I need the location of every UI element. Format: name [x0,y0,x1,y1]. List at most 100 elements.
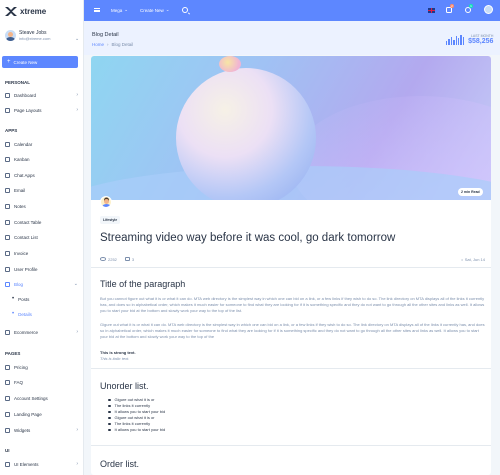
sidebar-item-page-layouts[interactable]: Page Layouts › [5,106,78,114]
sidebar-item-label: Chat Apps [14,172,35,178]
date-text: Sat, Jun 14 [464,256,485,262]
create-new-menu[interactable]: Create New ⌄ [140,7,170,13]
topbar: Mega ⌄ Create New ⌄ 2 1 [84,0,500,21]
chevron-right-icon: › [76,107,78,113]
contact-list-icon [5,234,10,240]
dashboard-icon [5,92,10,98]
comments: 3 [124,257,134,262]
invoice-icon [5,250,10,256]
create-new-label: Create New [140,7,164,13]
page-header: Blog Detail Home › Blog Detail LAST MONT… [84,21,500,55]
author-avatar[interactable] [100,196,112,208]
sidebar-item-label: Email [14,187,26,193]
sidebar-item-chat-apps[interactable]: Chat Apps [5,171,78,179]
page-title: Blog Detail [92,32,119,38]
blog-card: 2 min Read Lifestyle Streaming video way… [91,56,491,475]
sidebar-item-ecommerce[interactable]: Ecommerce › [5,328,78,336]
breadcrumb: Home › Blog Detail [92,42,133,47]
sidebar-item-label: FAQ [14,379,24,385]
section-pages: Pages [5,351,21,356]
sidebar-item-user-profile[interactable]: User Profile [5,265,78,273]
user-icon [5,266,10,272]
create-new-button[interactable]: + Create New [2,56,78,68]
section-ui: UI [5,448,10,453]
chevron-down-icon[interactable]: ⌄ [75,36,79,42]
user-profile[interactable]: Steave Jobs info@xtreme.com [5,30,50,41]
post-title: Streaming video way before it was cool, … [100,232,396,244]
sidebar-item-calendar[interactable]: Calendar [5,140,78,148]
sidebar-item-kanban[interactable]: Kanban [5,155,78,163]
flag-icon[interactable] [428,8,435,13]
pricing-icon [5,364,10,370]
dot-icon: • [461,256,463,262]
category-tag[interactable]: Lifestyle [100,216,121,224]
email-icon [5,187,10,193]
chevron-down-icon: ⌄ [124,7,129,12]
logo[interactable]: xtreme [5,5,46,17]
sidebar-item-label: Widgets [14,427,31,433]
chat-icon [5,172,10,178]
section-apps: Apps [5,128,18,133]
sidebar-item-widgets[interactable]: Widgets › [5,426,78,434]
mega-menu[interactable]: Mega ⌄ [111,7,128,13]
eye-icon [100,257,106,261]
sidebar: xtreme Steave Jobs info@xtreme.com ⌄ + C… [0,0,84,475]
sidebar-item-faq[interactable]: FAQ [5,378,78,386]
create-new-label: Create New [13,59,38,65]
mega-label: Mega [111,7,123,13]
breadcrumb-home[interactable]: Home [92,42,104,47]
sidebar-item-label: Blog [14,281,24,287]
ordered-list-heading: Order list. [100,459,140,469]
sidebar-item-ui-elements[interactable]: UI Elements › [5,460,78,468]
ui-icon [5,461,10,467]
avatar [5,30,16,41]
blog-icon [5,281,10,287]
search-icon[interactable] [182,7,188,13]
sidebar-subitem-details[interactable]: • Details [12,310,72,318]
sidebar-subitem-posts[interactable]: • Posts [12,295,72,303]
bullet-icon: • [12,311,15,317]
sidebar-item-label: Calendar [14,141,33,147]
sidebar-item-contact-table[interactable]: Contact Table [5,218,78,226]
sidebar-item-invoice[interactable]: Invoice [5,249,78,257]
section-personal: Personal [5,80,31,85]
cart-badge: 2 [450,4,454,8]
sidebar-item-label: User Profile [14,266,38,272]
breadcrumb-separator: › [107,42,109,47]
sidebar-item-landing-page[interactable]: Landing Page [5,410,78,418]
sidebar-item-account-settings[interactable]: Account Settings [5,394,78,402]
last-month-stat: LAST MONTH $58,256 [446,34,493,45]
sidebar-item-label: Page Layouts [14,107,42,113]
post-meta: 2252 3 • Sat, Jun 14 [100,255,485,263]
sidebar-item-label: Pricing [14,364,28,370]
section-heading: Title of the paragraph [100,279,186,289]
app-title: xtreme [20,6,47,16]
sidebar-item-blog[interactable]: Blog ⌄ [5,280,78,288]
widgets-icon [5,427,10,433]
chevron-down-icon: ⌄ [165,7,170,12]
topbar-avatar[interactable] [484,5,493,14]
hero-image [91,56,491,200]
unordered-list: Gigure out what it is or The links it cu… [108,397,166,433]
sidebar-item-label: Contact List [14,234,38,240]
sidebar-item-label: Invoice [14,250,29,256]
sidebar-item-label: Account Settings [14,395,48,401]
sidebar-item-label: Details [18,311,32,317]
sidebar-item-contact-list[interactable]: Contact List [5,233,78,241]
bullet-icon: • [12,296,15,302]
menu-icon[interactable] [94,8,100,12]
logo-icon [5,6,17,16]
chevron-right-icon: › [76,461,78,467]
plus-icon: + [7,59,11,65]
sidebar-item-email[interactable]: Email [5,186,78,194]
sidebar-item-label: Ecommerce [14,329,39,335]
sidebar-item-notes[interactable]: Notes [5,202,78,210]
stat-value: $58,256 [468,38,494,45]
chevron-right-icon: › [76,427,78,433]
divider [91,445,491,446]
sidebar-item-pricing[interactable]: Pricing [5,363,78,371]
sidebar-item-dashboard[interactable]: Dashboard › [5,91,78,99]
list-item: It allows you to start your bid [108,427,166,433]
sidebar-item-label: Kanban [14,156,30,162]
notes-icon [5,203,10,209]
